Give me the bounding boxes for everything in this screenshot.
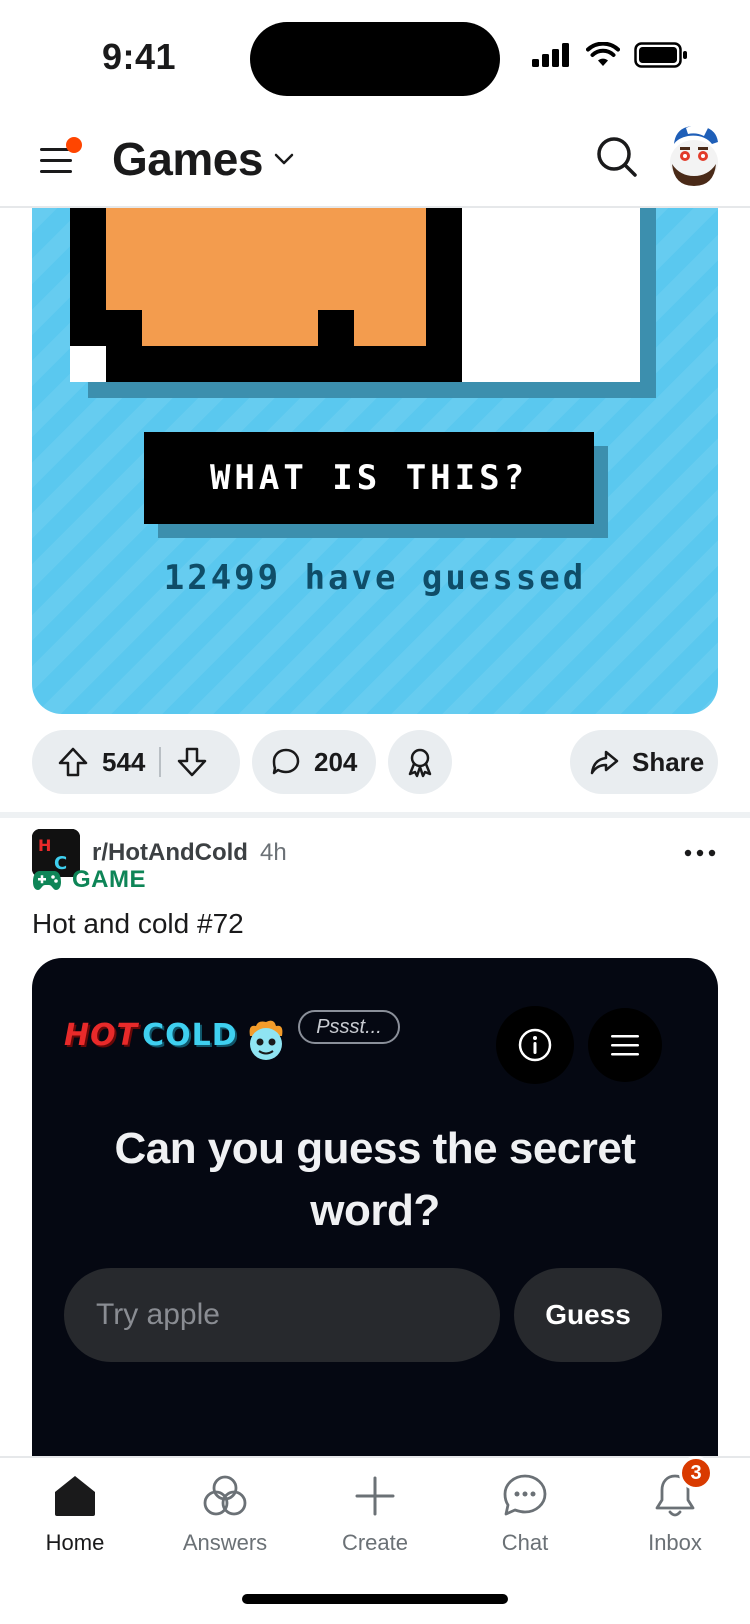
- wifi-icon: [586, 42, 620, 66]
- info-button[interactable]: [496, 1006, 574, 1084]
- game-menu-button[interactable]: [588, 1008, 662, 1082]
- vote-pill: 544: [32, 730, 240, 794]
- game-question: Can you guess the secret word?: [114, 1124, 636, 1235]
- svg-text:H: H: [38, 836, 51, 855]
- nav-inbox[interactable]: 3 Inbox: [600, 1456, 750, 1570]
- answers-icon: [199, 1470, 251, 1522]
- info-icon: [518, 1028, 552, 1062]
- feed[interactable]: WHAT IS THIS? 12499 have guessed 544 204: [0, 208, 750, 1456]
- guess-count: 12499 have guessed: [163, 558, 587, 598]
- comment-count: 204: [314, 746, 358, 777]
- nav-label-create: Create: [341, 1530, 409, 1555]
- upvote-count: 544: [102, 746, 146, 777]
- comments-button[interactable]: 204: [252, 730, 376, 794]
- post-separator: [0, 812, 750, 818]
- cellular-signal-icon: [532, 43, 569, 67]
- nav-label-chat: Chat: [501, 1530, 549, 1555]
- status-bar: 9:41: [0, 0, 750, 110]
- post-title[interactable]: Hot and cold #72: [32, 908, 244, 940]
- plus-icon: [349, 1470, 401, 1522]
- post-action-bar: 544 204 Share: [32, 730, 718, 794]
- comment-icon: [272, 748, 300, 775]
- menu-button[interactable]: [36, 134, 86, 184]
- nav-label-answers: Answers: [182, 1530, 268, 1555]
- chevron-down-icon: [274, 153, 294, 165]
- award-icon: [408, 748, 432, 778]
- search-button[interactable]: [592, 132, 642, 182]
- notification-dot: [66, 137, 82, 153]
- hot-cold-game-card: HOT COLD Pssst... Can you guess the secr…: [32, 958, 718, 1456]
- user-avatar[interactable]: [664, 116, 724, 188]
- share-label: Share: [632, 746, 705, 777]
- nav-home[interactable]: Home: [0, 1470, 150, 1570]
- home-indicator: [242, 1594, 508, 1604]
- post-flair[interactable]: GAME: [32, 866, 146, 894]
- snoo-avatar-icon: [670, 125, 718, 186]
- flair-label: GAME: [72, 866, 146, 893]
- post-age: 4h: [259, 839, 287, 866]
- game-post-card[interactable]: WHAT IS THIS? 12499 have guessed: [32, 208, 718, 714]
- hot-cold-logo: HOT COLD: [64, 1018, 238, 1053]
- logo-hot-text: HOT: [64, 1018, 139, 1053]
- battery-icon: [634, 42, 687, 68]
- more-dots-icon: [684, 849, 716, 857]
- home-icon: [49, 1470, 101, 1522]
- top-header: Games: [0, 110, 750, 208]
- downvote-icon[interactable]: [175, 745, 209, 779]
- share-icon: [590, 750, 619, 775]
- hamburger-icon: [611, 1035, 639, 1056]
- bell-icon: 3: [649, 1456, 713, 1522]
- award-button[interactable]: [388, 730, 452, 794]
- nav-chat[interactable]: Chat: [450, 1470, 600, 1570]
- speech-bubble[interactable]: Pssst...: [298, 1010, 400, 1044]
- share-button[interactable]: Share: [570, 730, 718, 794]
- gamepad-icon: [33, 871, 61, 890]
- upvote-icon[interactable]: [56, 745, 90, 779]
- inbox-badge: 3: [679, 1456, 713, 1490]
- mascot-icon: [244, 1018, 288, 1062]
- nav-label-inbox: Inbox: [648, 1530, 702, 1555]
- status-time: 9:41: [102, 36, 177, 77]
- nav-answers[interactable]: Answers: [150, 1470, 300, 1570]
- status-icons: [532, 42, 688, 68]
- search-icon: [597, 137, 637, 177]
- what-is-this-banner[interactable]: WHAT IS THIS?: [144, 432, 594, 524]
- page-title: Games: [112, 133, 263, 185]
- logo-cold-text: COLD: [142, 1018, 238, 1053]
- vote-divider: [159, 747, 162, 777]
- feed-selector[interactable]: Games: [112, 132, 295, 186]
- guess-button[interactable]: Guess: [514, 1268, 662, 1362]
- subreddit-name[interactable]: r/HotAndCold: [92, 839, 248, 867]
- dynamic-island: [250, 22, 500, 96]
- nav-create[interactable]: Create: [300, 1470, 450, 1570]
- nav-label-home: Home: [45, 1530, 105, 1555]
- guess-input[interactable]: [64, 1268, 500, 1362]
- chat-icon: [499, 1470, 551, 1522]
- more-options-button[interactable]: [682, 839, 718, 867]
- pixel-art-image: [70, 208, 656, 398]
